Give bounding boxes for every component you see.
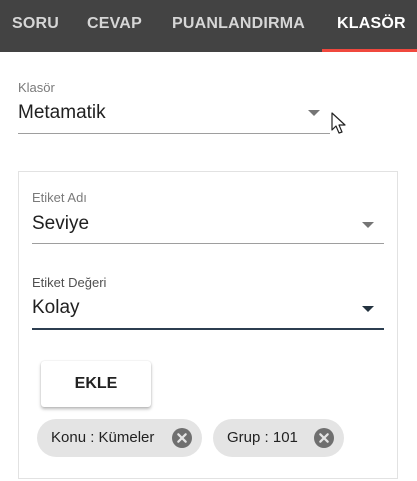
close-circle-icon[interactable] [314,428,334,448]
klasor-select[interactable]: Klasör Metamatik [18,80,330,136]
klasor-value: Metamatik [18,102,106,123]
tab-soru[interactable]: SORU [12,0,59,52]
active-tab-indicator [322,49,417,52]
tab-cevap[interactable]: CEVAP [87,0,142,52]
etiket-degeri-underline [32,328,384,330]
etiket-degeri-value: Kolay [32,297,80,318]
etiket-adi-underline [32,243,384,244]
tab-klasor[interactable]: KLASÖR [337,0,406,52]
tab-puanlandirma[interactable]: PUANLANDIRMA [172,0,305,52]
close-circle-icon[interactable] [172,428,192,448]
dropdown-arrow-icon[interactable] [308,110,320,116]
etiket-degeri-select[interactable]: Etiket Değeri Kolay [32,275,384,333]
klasor-underline [18,133,330,134]
tag-chip: Grup : 101 [213,419,344,457]
etiket-adi-label: Etiket Adı [32,190,87,205]
tag-chip: Konu : Kümeler [37,419,202,457]
tab-bar: SORU CEVAP PUANLANDIRMA KLASÖR [0,0,417,52]
tag-chip-label: Konu : Kümeler [51,429,155,446]
dropdown-arrow-icon[interactable] [362,222,374,228]
dropdown-arrow-icon[interactable] [362,306,374,312]
etiket-adi-select[interactable]: Etiket Adı Seviye [32,190,384,246]
etiket-adi-value: Seviye [32,213,90,234]
klasor-label: Klasör [18,80,55,95]
tag-chip-label: Grup : 101 [227,429,298,446]
add-button[interactable]: EKLE [41,361,151,407]
mouse-cursor-icon [331,112,346,134]
etiket-degeri-label: Etiket Değeri [32,275,107,290]
